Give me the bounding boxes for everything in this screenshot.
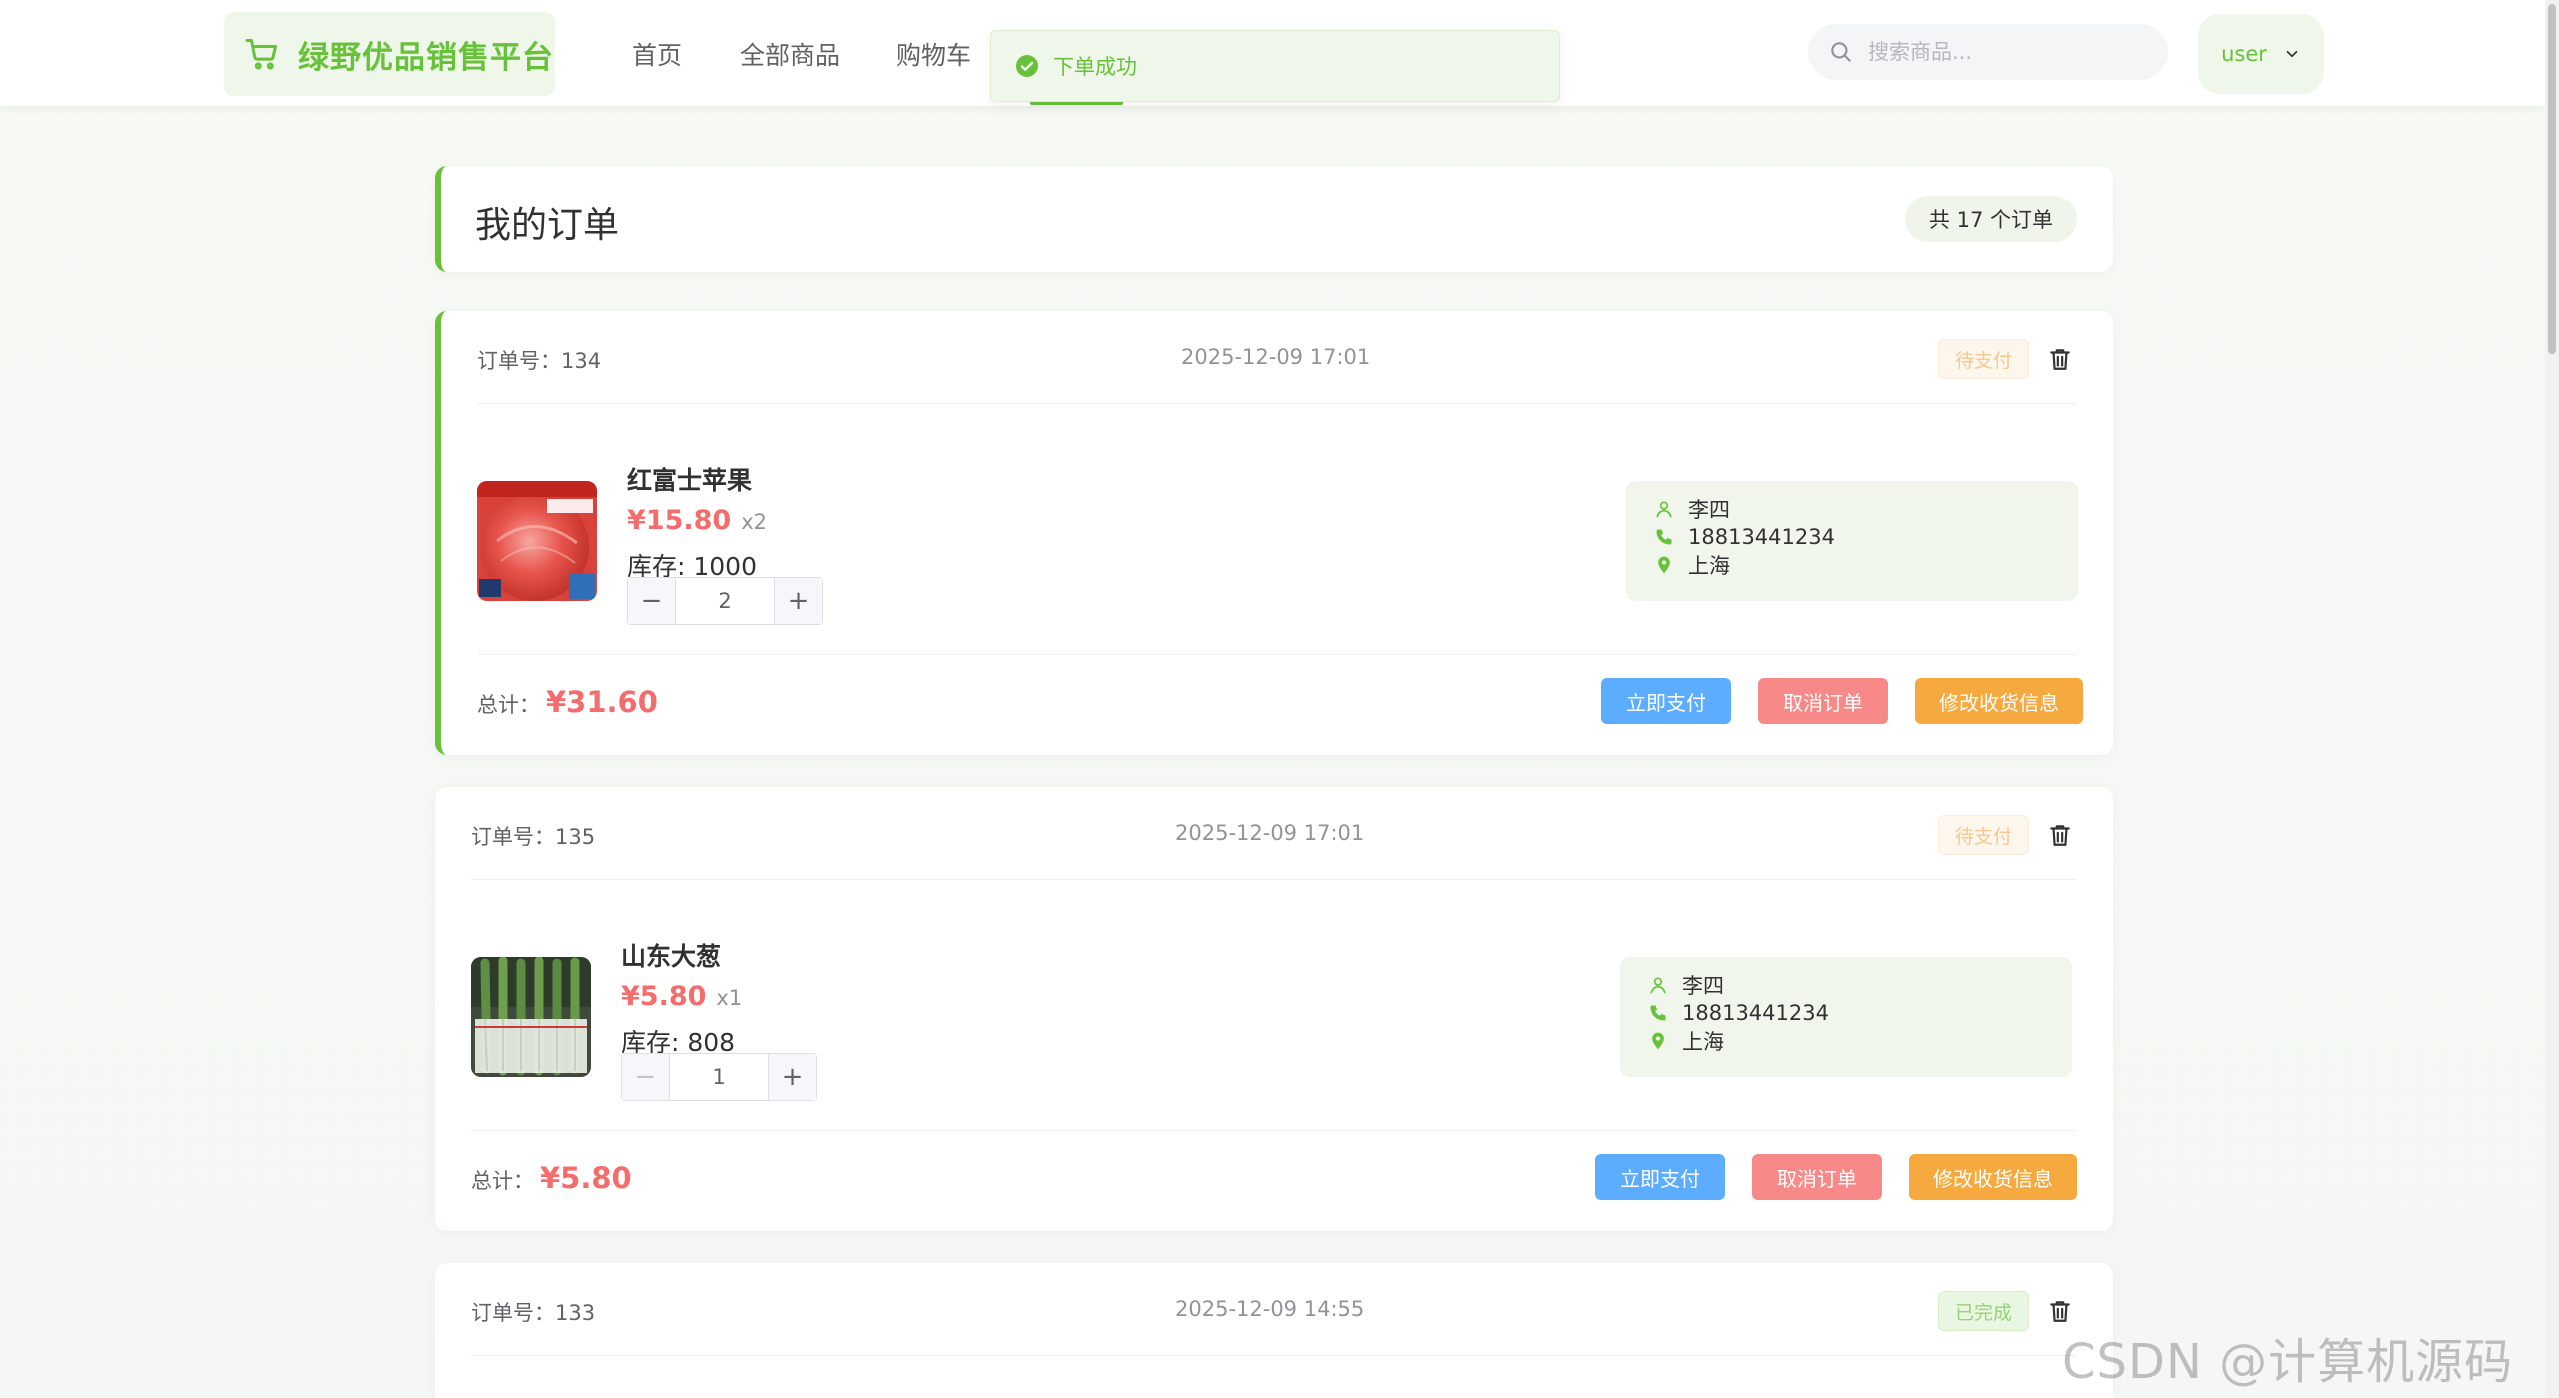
contact-name: 李四 bbox=[1682, 974, 1724, 998]
watermark: CSDN @计算机源码站 bbox=[2062, 1334, 2514, 1390]
location-icon bbox=[1652, 1032, 1664, 1050]
order-card: 订单号：135 2025-12-09 17:01 待支付 山东大葱 ¥5.80 … bbox=[435, 787, 2113, 1231]
quantity-mark: x2 bbox=[741, 510, 767, 534]
total-value: ¥31.60 bbox=[546, 685, 658, 719]
phone-icon bbox=[1650, 1005, 1666, 1021]
success-toast: 下单成功 bbox=[990, 30, 1560, 102]
divider bbox=[477, 654, 2077, 655]
order-time: 2025-12-09 17:01 bbox=[1181, 345, 1371, 369]
location-icon bbox=[1658, 556, 1670, 574]
chevron-down-icon bbox=[2286, 50, 2298, 58]
product-image-scallion[interactable] bbox=[471, 957, 591, 1077]
increase-button[interactable]: + bbox=[774, 578, 822, 624]
product-price: ¥15.80 bbox=[627, 505, 732, 536]
search-input[interactable] bbox=[1868, 40, 2128, 64]
contact-name: 李四 bbox=[1688, 498, 1730, 522]
product-image-apple[interactable] bbox=[477, 481, 597, 601]
status-badge: 待支付 bbox=[1937, 339, 2029, 379]
phone-row: 18813441234 bbox=[1654, 523, 2078, 551]
increase-button[interactable]: + bbox=[768, 1054, 816, 1100]
order-card: 订单号：133 2025-12-09 14:55 已完成 bbox=[435, 1263, 2113, 1398]
cancel-order-button[interactable]: 取消订单 bbox=[1752, 1154, 1882, 1200]
product-name[interactable]: 山东大葱 bbox=[621, 937, 721, 973]
contact-address: 上海 bbox=[1688, 554, 1730, 578]
cancel-order-button[interactable]: 取消订单 bbox=[1758, 678, 1888, 724]
contact-address: 上海 bbox=[1682, 1030, 1724, 1054]
total-label: 总计： bbox=[471, 1169, 534, 1193]
contact-phone: 18813441234 bbox=[1688, 525, 1835, 549]
quantity-stepper: − + bbox=[621, 1053, 817, 1101]
edit-shipping-button[interactable]: 修改收货信息 bbox=[1915, 678, 2083, 724]
user-icon bbox=[1650, 977, 1666, 994]
logo-text: 绿野优品销售平台 bbox=[298, 39, 554, 76]
edit-shipping-button[interactable]: 修改收货信息 bbox=[1909, 1154, 2077, 1200]
pay-now-button[interactable]: 立即支付 bbox=[1595, 1154, 1725, 1200]
user-name: user bbox=[2221, 42, 2267, 66]
quantity-stepper: − + bbox=[627, 577, 823, 625]
decrease-button[interactable]: − bbox=[622, 1054, 670, 1100]
scrollbar-thumb[interactable] bbox=[2548, 4, 2556, 354]
trash-icon[interactable] bbox=[2047, 1297, 2073, 1325]
product-price: ¥5.80 bbox=[621, 981, 707, 1012]
status-badge: 待支付 bbox=[1937, 815, 2029, 855]
order-count-badge: 共 17 个订单 bbox=[1904, 196, 2077, 242]
page-title: 我的订单 bbox=[475, 205, 620, 246]
site-logo[interactable]: 绿野优品销售平台 bbox=[224, 12, 555, 96]
search-icon bbox=[1831, 42, 1851, 62]
divider bbox=[471, 1130, 2077, 1131]
order-number: 订单号：134 bbox=[477, 349, 602, 373]
order-time: 2025-12-09 17:01 bbox=[1175, 821, 1365, 845]
trash-icon[interactable] bbox=[2047, 821, 2073, 849]
order-total: 总计： ¥31.60 bbox=[477, 685, 658, 719]
phone-icon bbox=[1656, 529, 1672, 545]
user-icon bbox=[1656, 501, 1672, 518]
order-card: 订单号：134 2025-12-09 17:01 待支付 红富士苹果 ¥15.8… bbox=[435, 311, 2113, 755]
phone-row: 18813441234 bbox=[1648, 999, 2072, 1027]
user-menu-button[interactable]: user bbox=[2198, 14, 2324, 94]
search-bar[interactable] bbox=[1808, 24, 2168, 80]
order-number: 订单号：133 bbox=[471, 1301, 596, 1325]
shipping-info: 李四 18813441234 上海 bbox=[1626, 481, 2078, 601]
check-circle-icon bbox=[1016, 55, 1038, 77]
quantity-input[interactable] bbox=[676, 578, 774, 624]
order-number: 订单号：135 bbox=[471, 825, 596, 849]
shopping-cart-icon bbox=[245, 39, 277, 70]
toast-message: 下单成功 bbox=[1053, 55, 1137, 79]
price-line: ¥15.80 x2 bbox=[627, 505, 767, 536]
divider bbox=[477, 403, 2077, 404]
nav-all-products[interactable]: 全部商品 bbox=[740, 36, 840, 72]
divider bbox=[471, 1355, 2077, 1356]
order-time: 2025-12-09 14:55 bbox=[1175, 1297, 1365, 1321]
decrease-button[interactable]: − bbox=[628, 578, 676, 624]
quantity-mark: x1 bbox=[716, 986, 743, 1010]
contact-row: 李四 bbox=[1654, 495, 2078, 523]
trash-icon[interactable] bbox=[2047, 345, 2073, 373]
contact-row: 李四 bbox=[1648, 971, 2072, 999]
divider bbox=[471, 879, 2077, 880]
order-total: 总计： ¥5.80 bbox=[471, 1161, 632, 1195]
nav-home[interactable]: 首页 bbox=[632, 36, 682, 72]
quantity-input[interactable] bbox=[670, 1054, 768, 1100]
orders-header-card: 我的订单 共 17 个订单 bbox=[435, 166, 2113, 272]
product-name[interactable]: 红富士苹果 bbox=[627, 461, 752, 497]
total-value: ¥5.80 bbox=[540, 1161, 632, 1195]
nav-cart[interactable]: 购物车 bbox=[896, 36, 971, 72]
shipping-info: 李四 18813441234 上海 bbox=[1620, 957, 2072, 1077]
price-line: ¥5.80 x1 bbox=[621, 981, 742, 1012]
pay-now-button[interactable]: 立即支付 bbox=[1601, 678, 1731, 724]
address-row: 上海 bbox=[1654, 551, 2078, 579]
status-badge: 已完成 bbox=[1937, 1291, 2029, 1331]
address-row: 上海 bbox=[1648, 1027, 2072, 1055]
total-label: 总计： bbox=[477, 693, 540, 717]
contact-phone: 18813441234 bbox=[1682, 1001, 1829, 1025]
